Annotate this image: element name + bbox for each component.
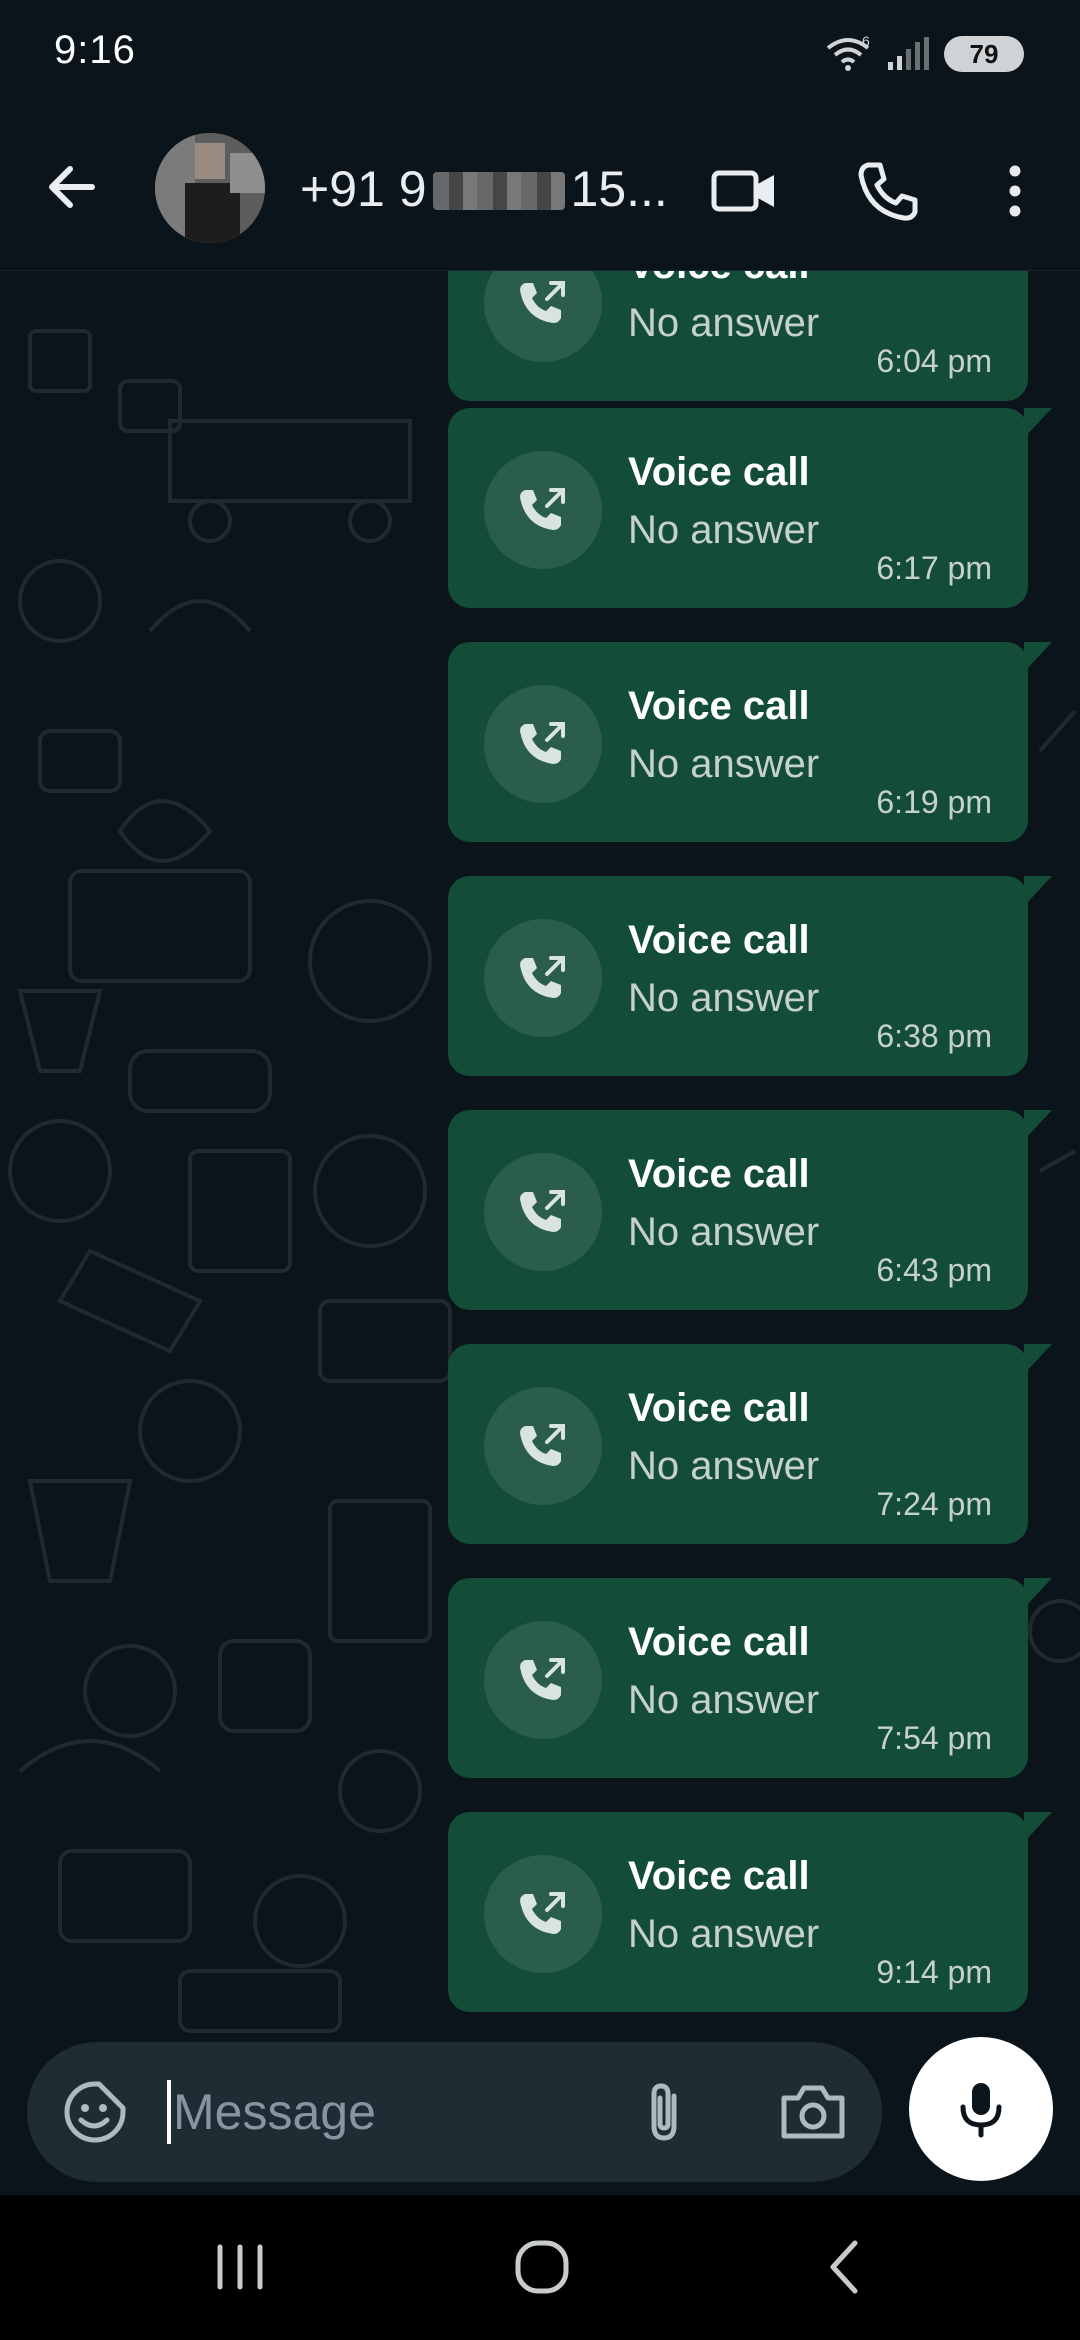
bubble-tail (1024, 876, 1052, 906)
message-time: 6:43 pm (876, 1252, 992, 1288)
bubble-tail (1024, 1578, 1052, 1608)
outgoing-call-icon-wrap (484, 271, 602, 362)
call-title: Voice call (628, 918, 810, 962)
contact-name[interactable]: +91 9 15... (300, 160, 668, 218)
outgoing-call-icon (520, 281, 565, 323)
call-message[interactable]: Voice call No answer 7:54 pm (448, 1578, 1052, 1778)
signal-icon (888, 37, 929, 70)
video-call-icon[interactable] (710, 157, 778, 225)
call-title: Voice call (628, 1386, 810, 1430)
recents-icon[interactable] (200, 2235, 280, 2299)
bubble-tail (1024, 1344, 1052, 1374)
contact-name-prefix: +91 9 (300, 161, 427, 217)
battery-level: 79 (969, 38, 999, 69)
bubble-tail (1024, 642, 1052, 672)
system-nav-bar (0, 2195, 1080, 2340)
call-title: Voice call (628, 1620, 810, 1664)
status-time: 9:16 (54, 28, 136, 72)
call-title: Voice call (628, 450, 810, 494)
outgoing-call-icon (520, 722, 565, 764)
chat-area[interactable]: Voice call No answer 6:04 pm Voice call … (0, 271, 1080, 2041)
message-time: 7:24 pm (876, 1486, 992, 1522)
status-icons: 6 79 (824, 34, 1024, 74)
camera-icon[interactable] (776, 2078, 850, 2146)
message-time: 6:19 pm (876, 784, 992, 820)
outgoing-call-icon (520, 1892, 565, 1934)
call-status: No answer (628, 1444, 820, 1488)
nav-back-icon[interactable] (805, 2235, 885, 2299)
outgoing-call-icon (520, 1658, 565, 1700)
call-message[interactable]: Voice call No answer 6:43 pm (448, 1110, 1052, 1310)
message-composer (27, 2042, 882, 2182)
call-status: No answer (628, 301, 820, 345)
attach-icon[interactable] (630, 2078, 698, 2146)
message-time: 9:14 pm (876, 1954, 992, 1990)
outgoing-call-icon-wrap (484, 1855, 602, 1973)
call-message[interactable]: Voice call No answer 6:04 pm (448, 271, 1028, 401)
call-status: No answer (628, 1678, 820, 1722)
message-time: 6:04 pm (876, 343, 992, 379)
bubble-tail (1024, 408, 1052, 438)
message-time: 6:38 pm (876, 1018, 992, 1054)
call-message[interactable]: Voice call No answer 6:38 pm (448, 876, 1052, 1076)
call-status: No answer (628, 976, 820, 1020)
sticker-icon[interactable] (61, 2078, 129, 2146)
call-message[interactable]: Voice call No answer 7:24 pm (448, 1344, 1052, 1544)
message-time: 6:17 pm (876, 550, 992, 586)
network-badge: 6 (862, 34, 870, 49)
outgoing-call-icon-wrap (484, 451, 602, 569)
call-title: Voice call (628, 271, 810, 288)
status-bar: 9:16 6 79 (0, 0, 1080, 105)
call-title: Voice call (628, 1152, 810, 1196)
phone-icon[interactable] (854, 157, 922, 225)
call-status: No answer (628, 508, 820, 552)
home-icon[interactable] (502, 2235, 582, 2299)
wifi-icon: 6 (826, 34, 870, 71)
outgoing-call-icon (520, 488, 565, 530)
outgoing-call-icon (520, 956, 565, 998)
call-status: No answer (628, 1912, 820, 1956)
outgoing-call-icon-wrap (484, 685, 602, 803)
mic-icon (960, 2083, 1002, 2138)
more-vertical-icon[interactable] (985, 157, 1045, 225)
contact-name-suffix: 15... (570, 161, 668, 217)
bubble-tail (1024, 1812, 1052, 1842)
chat-header: +91 9 15... (0, 105, 1080, 271)
outgoing-call-icon-wrap (484, 1621, 602, 1739)
bubble-tail (1024, 1110, 1052, 1140)
call-title: Voice call (628, 1854, 810, 1898)
outgoing-call-icon (520, 1190, 565, 1232)
call-message[interactable]: Voice call No answer 9:14 pm (448, 1812, 1052, 2012)
mic-button[interactable] (909, 2037, 1053, 2181)
message-time: 7:54 pm (876, 1720, 992, 1756)
outgoing-call-icon (520, 1424, 565, 1466)
call-message[interactable]: Voice call No answer 6:19 pm (448, 642, 1052, 842)
call-status: No answer (628, 1210, 820, 1254)
back-arrow-icon[interactable] (40, 155, 104, 219)
call-title: Voice call (628, 684, 810, 728)
avatar[interactable] (155, 133, 265, 243)
outgoing-call-icon-wrap (484, 1387, 602, 1505)
outgoing-call-icon-wrap (484, 919, 602, 1037)
battery-icon: 79 (944, 36, 1024, 72)
avatar-image (155, 133, 265, 243)
message-input[interactable] (173, 2078, 593, 2146)
call-message[interactable]: Voice call No answer 6:17 pm (448, 408, 1052, 608)
text-caret (167, 2080, 171, 2144)
call-status: No answer (628, 742, 820, 786)
redacted-digits (432, 172, 565, 210)
outgoing-call-icon-wrap (484, 1153, 602, 1271)
